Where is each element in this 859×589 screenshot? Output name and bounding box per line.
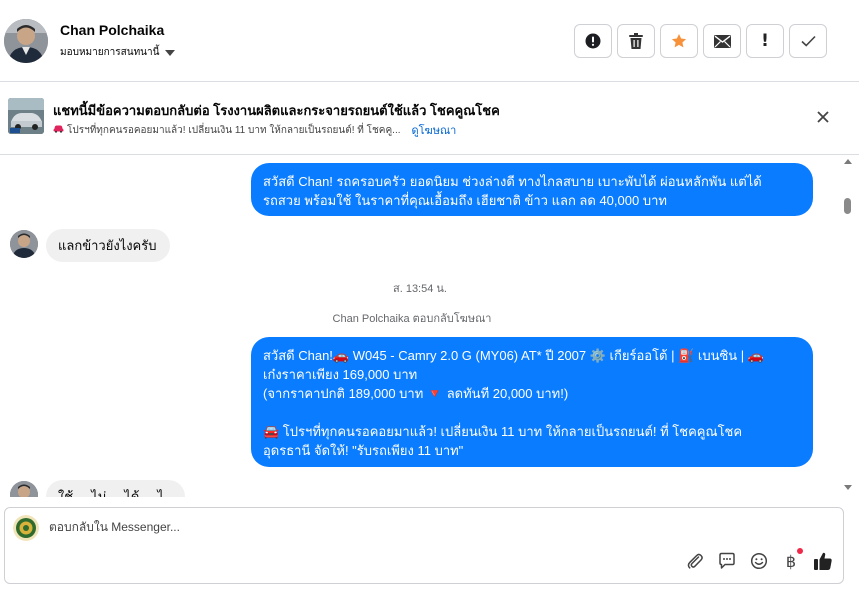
emoji-icon[interactable] bbox=[749, 551, 769, 571]
star-icon bbox=[671, 33, 687, 49]
scroll-up-arrow-icon[interactable] bbox=[844, 159, 852, 164]
contact-name[interactable]: Chan Polchaika bbox=[60, 22, 164, 38]
thumbs-up-icon[interactable] bbox=[813, 551, 833, 571]
message-line-blank bbox=[263, 403, 801, 422]
view-ad-link[interactable]: ดูโฆษณา bbox=[412, 121, 457, 139]
scroll-down-arrow-icon[interactable] bbox=[844, 485, 852, 490]
ad-reply-banner: แชทนี้มีข้อความตอบกลับต่อ โรงงานผลิตและก… bbox=[0, 82, 859, 155]
conversation-header: Chan Polchaika มอบหมายการสนทนานี้ ! bbox=[0, 0, 859, 82]
composer-tools: ฿ bbox=[685, 548, 833, 571]
baht-icon[interactable]: ฿ bbox=[781, 548, 803, 571]
envelope-icon bbox=[713, 34, 731, 48]
notification-dot bbox=[797, 548, 803, 554]
check-icon bbox=[800, 35, 816, 47]
ad-reply-note: Chan Polchaika ตอบกลับโฆษณา bbox=[332, 313, 492, 325]
outgoing-message[interactable]: สวัสดี Chan! รถครอบครัว ยอดนิยม ช่วงล่าง… bbox=[251, 163, 813, 216]
paperclip-icon[interactable] bbox=[685, 551, 705, 571]
header-actions: ! bbox=[574, 24, 827, 58]
reply-input[interactable] bbox=[49, 520, 649, 534]
assign-label: มอบหมายการสนทนานี้ bbox=[60, 47, 160, 58]
mark-spam-button[interactable] bbox=[574, 24, 612, 58]
message-line: ใช้ ... ไม่ ... ได้ ... ไ bbox=[58, 489, 164, 497]
ad-subtitle-text: โปรฯที่ทุกคนรอคอยมาแล้ว! เปลี่ยนเงิน 11 … bbox=[67, 124, 401, 136]
message-line: (จากราคาปกติ 189,000 บาท 🔻 ลดทันที 20,00… bbox=[263, 386, 569, 401]
outgoing-message[interactable]: สวัสดี Chan!🚗 W045 - Camry 2.0 G (MY06) … bbox=[251, 337, 813, 467]
message-line: เก๋งราคาเพียง 169,000 บาท bbox=[263, 367, 418, 382]
chat-bubble-icon[interactable] bbox=[717, 551, 737, 571]
message-line: 🚘 โปรฯที่ทุกคนรอคอยมาแล้ว! เปลี่ยนเงิน 1… bbox=[263, 424, 743, 439]
ad-subtitle: โปรฯที่ทุกคนรอคอยมาแล้ว! เปลี่ยนเงิน 11 … bbox=[53, 121, 456, 139]
mark-done-button[interactable] bbox=[789, 24, 827, 58]
ad-title: แชทนี้มีข้อความตอบกลับต่อ โรงงานผลิตและก… bbox=[53, 103, 500, 118]
contact-avatar-small[interactable] bbox=[10, 230, 38, 258]
incoming-message[interactable]: ใช้ ... ไม่ ... ได้ ... ไ bbox=[46, 480, 185, 497]
baht-symbol: ฿ bbox=[785, 551, 797, 571]
incoming-message[interactable]: แลกข้าวยังไงครับ bbox=[46, 229, 170, 262]
follow-up-button[interactable]: ! bbox=[746, 24, 784, 58]
ad-thumbnail[interactable] bbox=[8, 98, 44, 134]
assign-conversation-dropdown[interactable]: มอบหมายการสนทนานี้ bbox=[60, 45, 176, 60]
star-button[interactable] bbox=[660, 24, 698, 58]
contact-avatar[interactable] bbox=[4, 19, 48, 63]
message-line: สวัสดี Chan!🚗 W045 - Camry 2.0 G (MY06) … bbox=[263, 348, 764, 363]
message-line: รถสวย พร้อมใช้ ในราคาที่คุณเอื้อมถึง เฮี… bbox=[263, 193, 667, 208]
car-emoji-icon bbox=[53, 124, 64, 136]
message-line: สวัสดี Chan! รถครอบครัว ยอดนิยม ช่วงล่าง… bbox=[263, 174, 762, 189]
alert-circle-icon bbox=[585, 33, 601, 49]
message-line: แลกข้าวยังไงครับ bbox=[58, 238, 157, 253]
message-line: อุดรธานี จัดให้! "รับรถเพียง 11 บาท" bbox=[263, 443, 464, 458]
thread-scrollbar[interactable] bbox=[840, 155, 856, 497]
reply-composer: ฿ bbox=[4, 507, 844, 584]
close-icon[interactable] bbox=[815, 109, 831, 125]
chevron-down-icon bbox=[165, 49, 176, 56]
scroll-thumb[interactable] bbox=[844, 198, 851, 214]
page-avatar bbox=[13, 515, 39, 541]
delete-button[interactable] bbox=[617, 24, 655, 58]
trash-icon bbox=[629, 33, 643, 49]
message-thread: สวัสดี Chan! รถครอบครัว ยอดนิยม ช่วงล่าง… bbox=[0, 155, 840, 497]
exclamation-icon: ! bbox=[761, 31, 769, 51]
contact-avatar-small[interactable] bbox=[10, 481, 38, 497]
mark-unread-button[interactable] bbox=[703, 24, 741, 58]
message-timestamp: ส. 13:54 น. bbox=[393, 283, 447, 295]
